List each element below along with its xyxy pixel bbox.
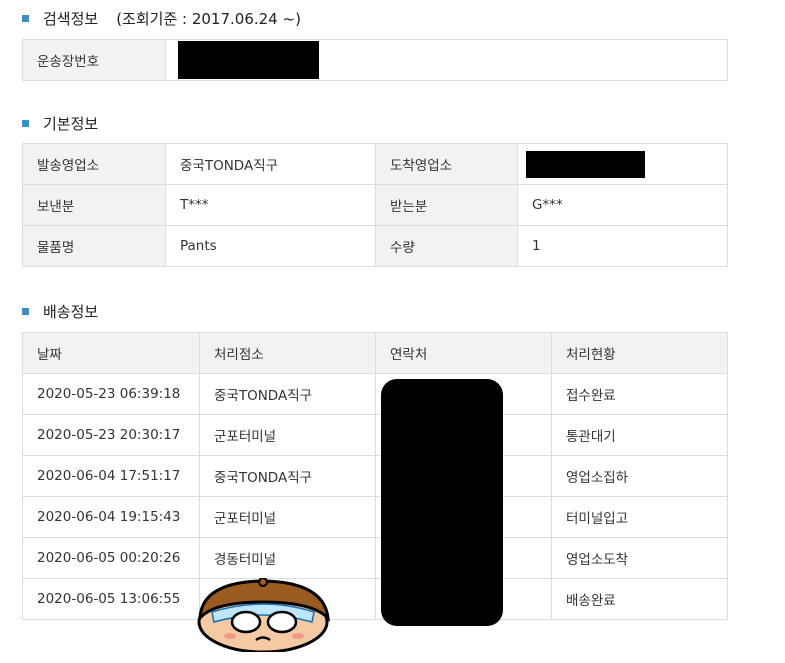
row-branch: 군포터미널	[199, 496, 376, 538]
receiver-value: G***	[517, 184, 728, 226]
row-branch: 중국TONDA직구	[199, 373, 376, 415]
row-branch: 중국TONDA직구	[199, 455, 376, 497]
column-header-status: 처리현황	[551, 332, 728, 374]
redacted-block	[178, 41, 319, 79]
row-status: 통관대기	[551, 414, 728, 456]
table-header-row: 날짜 처리점소 연락처 처리현황	[22, 332, 728, 374]
quantity-label: 수량	[375, 225, 518, 267]
sender-branch-value: 중국TONDA직구	[165, 143, 376, 185]
row-branch: 군포터미널	[199, 414, 376, 456]
table-row: 2020-06-05 00:20:26 경동터미널 영업소도착	[22, 537, 728, 579]
column-header-branch: 처리점소	[199, 332, 376, 374]
receiver-label: 받는분	[375, 184, 518, 226]
search-title: 검색정보	[43, 10, 99, 28]
tracking-label: 운송장번호	[22, 39, 166, 81]
arrival-branch-value	[517, 143, 728, 185]
table-row: 2020-06-04 19:15:43 군포터미널 터미널입고	[22, 496, 728, 538]
table-row: 2020-05-23 06:39:18 중국TONDA직구 접수완료	[22, 373, 728, 415]
row-date: 2020-06-04 17:51:17	[22, 455, 200, 497]
cartoon-face-sticker	[197, 578, 330, 652]
row-date: 2020-06-04 19:15:43	[22, 496, 200, 538]
basic-table: 발송영업소 중국TONDA직구 도착영업소 보낸분 T*** 받는분 G*** …	[22, 143, 728, 267]
row-status: 접수완료	[551, 373, 728, 415]
column-header-contact: 연락처	[375, 332, 552, 374]
table-row: 발송영업소 중국TONDA직구 도착영업소	[22, 143, 728, 185]
table-row: 2020-05-23 20:30:17 군포터미널 통관대기	[22, 414, 728, 456]
basic-section-title: 기본정보	[22, 113, 98, 134]
column-header-date: 날짜	[22, 332, 200, 374]
table-row: 2020-06-04 17:51:17 중국TONDA직구 영업소집하	[22, 455, 728, 497]
delivery-section-title: 배송정보	[22, 301, 98, 322]
section-bullet-icon	[22, 120, 29, 127]
row-date: 2020-06-05 13:06:55	[22, 578, 200, 620]
delivery-title: 배송정보	[43, 303, 99, 321]
redacted-contact-block	[381, 379, 503, 626]
search-section-title: 검색정보 (조회기준 : 2017.06.24 ~)	[22, 8, 301, 29]
row-date: 2020-06-05 00:20:26	[22, 537, 200, 579]
tracking-value	[165, 39, 728, 81]
basic-title: 기본정보	[43, 115, 99, 133]
row-branch: 경동터미널	[199, 537, 376, 579]
search-subtitle: (조회기준 : 2017.06.24 ~)	[116, 10, 301, 28]
row-status: 영업소도착	[551, 537, 728, 579]
arrival-branch-label: 도착영업소	[375, 143, 518, 185]
row-date: 2020-05-23 20:30:17	[22, 414, 200, 456]
row-date: 2020-05-23 06:39:18	[22, 373, 200, 415]
search-table: 운송장번호	[22, 39, 728, 81]
row-status: 배송완료	[551, 578, 728, 620]
section-bullet-icon	[22, 15, 29, 22]
table-row: 물품명 Pants 수량 1	[22, 225, 728, 267]
sender-value: T***	[165, 184, 376, 226]
table-row: 보낸분 T*** 받는분 G***	[22, 184, 728, 226]
row-status: 영업소집하	[551, 455, 728, 497]
sender-branch-label: 발송영업소	[22, 143, 166, 185]
section-bullet-icon	[22, 308, 29, 315]
item-label: 물품명	[22, 225, 166, 267]
row-status: 터미널입고	[551, 496, 728, 538]
redacted-block	[526, 150, 645, 178]
quantity-value: 1	[517, 225, 728, 267]
item-value: Pants	[165, 225, 376, 267]
sender-label: 보낸분	[22, 184, 166, 226]
delivery-table: 날짜 처리점소 연락처 처리현황 2020-05-23 06:39:18 중국T…	[22, 332, 728, 620]
table-row: 2020-06-05 13:06:55 배송완료	[22, 578, 728, 620]
